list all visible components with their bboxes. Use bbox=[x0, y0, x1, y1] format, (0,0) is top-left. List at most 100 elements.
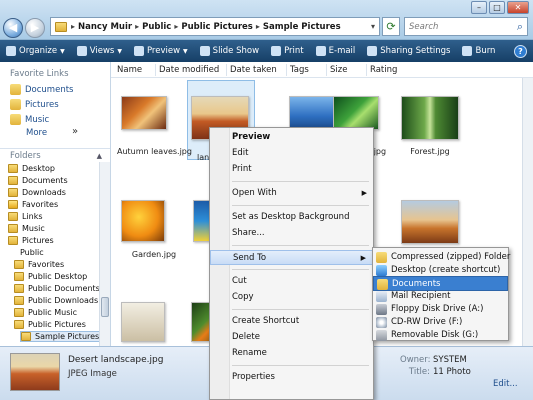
folder-icon bbox=[14, 308, 24, 317]
send-to-submenu: Compressed (zipped) Folder Desktop (crea… bbox=[372, 247, 510, 343]
menu-item-create-shortcut[interactable]: Create Shortcut bbox=[210, 314, 373, 329]
tree-item-public-desktop[interactable]: Public Desktop bbox=[14, 272, 87, 281]
breadcrumb-dropdown-icon[interactable]: ▾ bbox=[371, 22, 375, 31]
desktop-icon bbox=[376, 265, 387, 276]
help-button[interactable]: ? bbox=[514, 45, 527, 58]
tree-item-public[interactable]: Public bbox=[20, 248, 44, 257]
thumbnail-light-photo[interactable] bbox=[121, 302, 165, 342]
favorite-link-documents[interactable]: Documents bbox=[10, 84, 73, 95]
context-menu: Preview Edit Print Open With ▶ Set as De… bbox=[209, 127, 374, 400]
menu-item-send-to[interactable]: Send To ▶ bbox=[210, 250, 373, 265]
thumbnail-creek[interactable] bbox=[333, 96, 379, 130]
owner-value[interactable]: SYSTEM bbox=[433, 355, 467, 365]
more-links[interactable]: More bbox=[26, 128, 47, 138]
tree-item-sample-pictures[interactable]: Sample Pictures bbox=[20, 331, 105, 342]
thumbnail-forest[interactable] bbox=[401, 96, 459, 140]
tree-item-public-documents[interactable]: Public Documents bbox=[14, 284, 100, 293]
submenu-arrow-icon: ▶ bbox=[360, 254, 366, 262]
folder-icon bbox=[14, 296, 24, 305]
navigation-scrollbar[interactable] bbox=[99, 162, 110, 348]
print-button[interactable]: Print bbox=[271, 46, 304, 56]
preview-button[interactable]: Preview ▼ bbox=[133, 46, 188, 56]
content-scrollbar[interactable] bbox=[522, 78, 533, 346]
menu-item-set-desktop-background[interactable]: Set as Desktop Background bbox=[210, 210, 373, 225]
folders-header[interactable]: Folders ▲ bbox=[0, 148, 110, 162]
folder-icon bbox=[8, 224, 18, 233]
column-date-modified[interactable]: Date modified bbox=[159, 65, 219, 75]
favorite-link-pictures[interactable]: Pictures bbox=[10, 99, 59, 110]
file-name-autumn-leaves[interactable]: Autumn leaves.jpg bbox=[117, 147, 192, 156]
file-name-garden[interactable]: Garden.jpg bbox=[119, 250, 189, 259]
window-controls: – □ ✕ bbox=[471, 1, 529, 14]
favorite-links-header: Favorite Links bbox=[10, 69, 69, 79]
folder-icon bbox=[14, 284, 24, 293]
column-name[interactable]: Name bbox=[117, 65, 142, 75]
folder-icon bbox=[8, 164, 18, 173]
maximize-button[interactable]: □ bbox=[489, 1, 505, 14]
tree-item-public-pictures[interactable]: Public Pictures bbox=[14, 320, 86, 329]
thumbnail-autumn-leaves[interactable] bbox=[121, 96, 167, 130]
tree-item-public-music[interactable]: Public Music bbox=[14, 308, 77, 317]
breadcrumb-sample-pictures[interactable]: Sample Pictures bbox=[263, 22, 341, 32]
thumbnail-blue-photo[interactable] bbox=[289, 96, 335, 130]
file-name-forest[interactable]: Forest.jpg bbox=[405, 147, 455, 156]
tree-item-public-downloads[interactable]: Public Downloads bbox=[14, 296, 98, 305]
menu-item-rename[interactable]: Rename bbox=[210, 346, 373, 361]
folder-icon bbox=[8, 212, 18, 221]
column-date-taken[interactable]: Date taken bbox=[230, 65, 277, 75]
menu-item-print[interactable]: Print bbox=[210, 162, 373, 177]
details-file-name: Desert landscape.jpg bbox=[68, 355, 164, 365]
menu-item-cut[interactable]: Cut bbox=[210, 274, 373, 289]
star-icon bbox=[8, 200, 18, 209]
column-rating[interactable]: Rating bbox=[370, 65, 397, 75]
sharing-settings-button[interactable]: Sharing Settings bbox=[367, 46, 450, 56]
burn-disc-icon bbox=[462, 46, 473, 56]
thumbnail-desert-animal[interactable] bbox=[401, 200, 459, 244]
tree-item-desktop[interactable]: Desktop bbox=[8, 164, 55, 173]
organize-button[interactable]: Organize ▼ bbox=[6, 46, 65, 56]
refresh-button[interactable]: ⟳ bbox=[382, 17, 400, 36]
send-to-removable-g[interactable]: Removable Disk (G:) bbox=[373, 328, 508, 343]
back-button[interactable]: ◀ bbox=[3, 18, 23, 38]
title-value[interactable]: 11 Photo bbox=[433, 367, 471, 377]
thumbnail-garden[interactable] bbox=[121, 200, 165, 242]
views-button[interactable]: Views ▼ bbox=[76, 46, 122, 56]
tree-item-documents[interactable]: Documents bbox=[8, 176, 68, 185]
breadcrumb-public[interactable]: Public bbox=[142, 22, 171, 32]
menu-item-edit[interactable]: Edit bbox=[210, 146, 373, 161]
menu-item-preview[interactable]: Preview bbox=[210, 130, 373, 145]
tree-item-favorites[interactable]: Favorites bbox=[8, 200, 58, 209]
chevron-right-double-icon[interactable]: » bbox=[72, 126, 78, 137]
close-button[interactable]: ✕ bbox=[507, 1, 529, 14]
tree-item-pictures[interactable]: Pictures bbox=[8, 236, 54, 245]
forward-button[interactable]: ▶ bbox=[25, 18, 45, 38]
tree-item-links[interactable]: Links bbox=[8, 212, 43, 221]
minimize-button[interactable]: – bbox=[471, 1, 487, 14]
search-icon[interactable]: ⌕ bbox=[517, 20, 523, 34]
menu-item-open-with[interactable]: Open With ▶ bbox=[210, 186, 373, 201]
folder-icon bbox=[8, 188, 18, 197]
search-placeholder: Search bbox=[409, 21, 439, 32]
tree-item-downloads[interactable]: Downloads bbox=[8, 188, 66, 197]
menu-item-share[interactable]: Share... bbox=[210, 226, 373, 241]
favorite-link-music[interactable]: Music bbox=[10, 114, 49, 125]
removable-disk-icon bbox=[376, 330, 387, 341]
burn-button[interactable]: Burn bbox=[462, 46, 495, 56]
menu-item-copy[interactable]: Copy bbox=[210, 290, 373, 305]
zip-folder-icon bbox=[376, 252, 387, 263]
menu-item-delete[interactable]: Delete bbox=[210, 330, 373, 345]
edit-link[interactable]: Edit... bbox=[493, 379, 518, 389]
breadcrumb-public-pictures[interactable]: Public Pictures bbox=[181, 22, 253, 32]
search-input[interactable]: Search ⌕ bbox=[404, 17, 528, 36]
column-tags[interactable]: Tags bbox=[290, 65, 309, 75]
folder-icon bbox=[8, 236, 18, 245]
breadcrumb-nancy-muir[interactable]: Nancy Muir bbox=[78, 22, 132, 32]
tree-item-public-favorites[interactable]: Favorites bbox=[14, 260, 64, 269]
breadcrumb[interactable]: ▸ Nancy Muir ▸ Public ▸ Public Pictures … bbox=[50, 17, 380, 36]
tree-item-music[interactable]: Music bbox=[8, 224, 45, 233]
slide-show-button[interactable]: Slide Show bbox=[199, 46, 259, 56]
scrollbar-thumb[interactable] bbox=[101, 297, 109, 317]
column-size[interactable]: Size bbox=[330, 65, 347, 75]
email-button[interactable]: E-mail bbox=[315, 46, 355, 56]
menu-item-properties[interactable]: Properties bbox=[210, 370, 373, 385]
